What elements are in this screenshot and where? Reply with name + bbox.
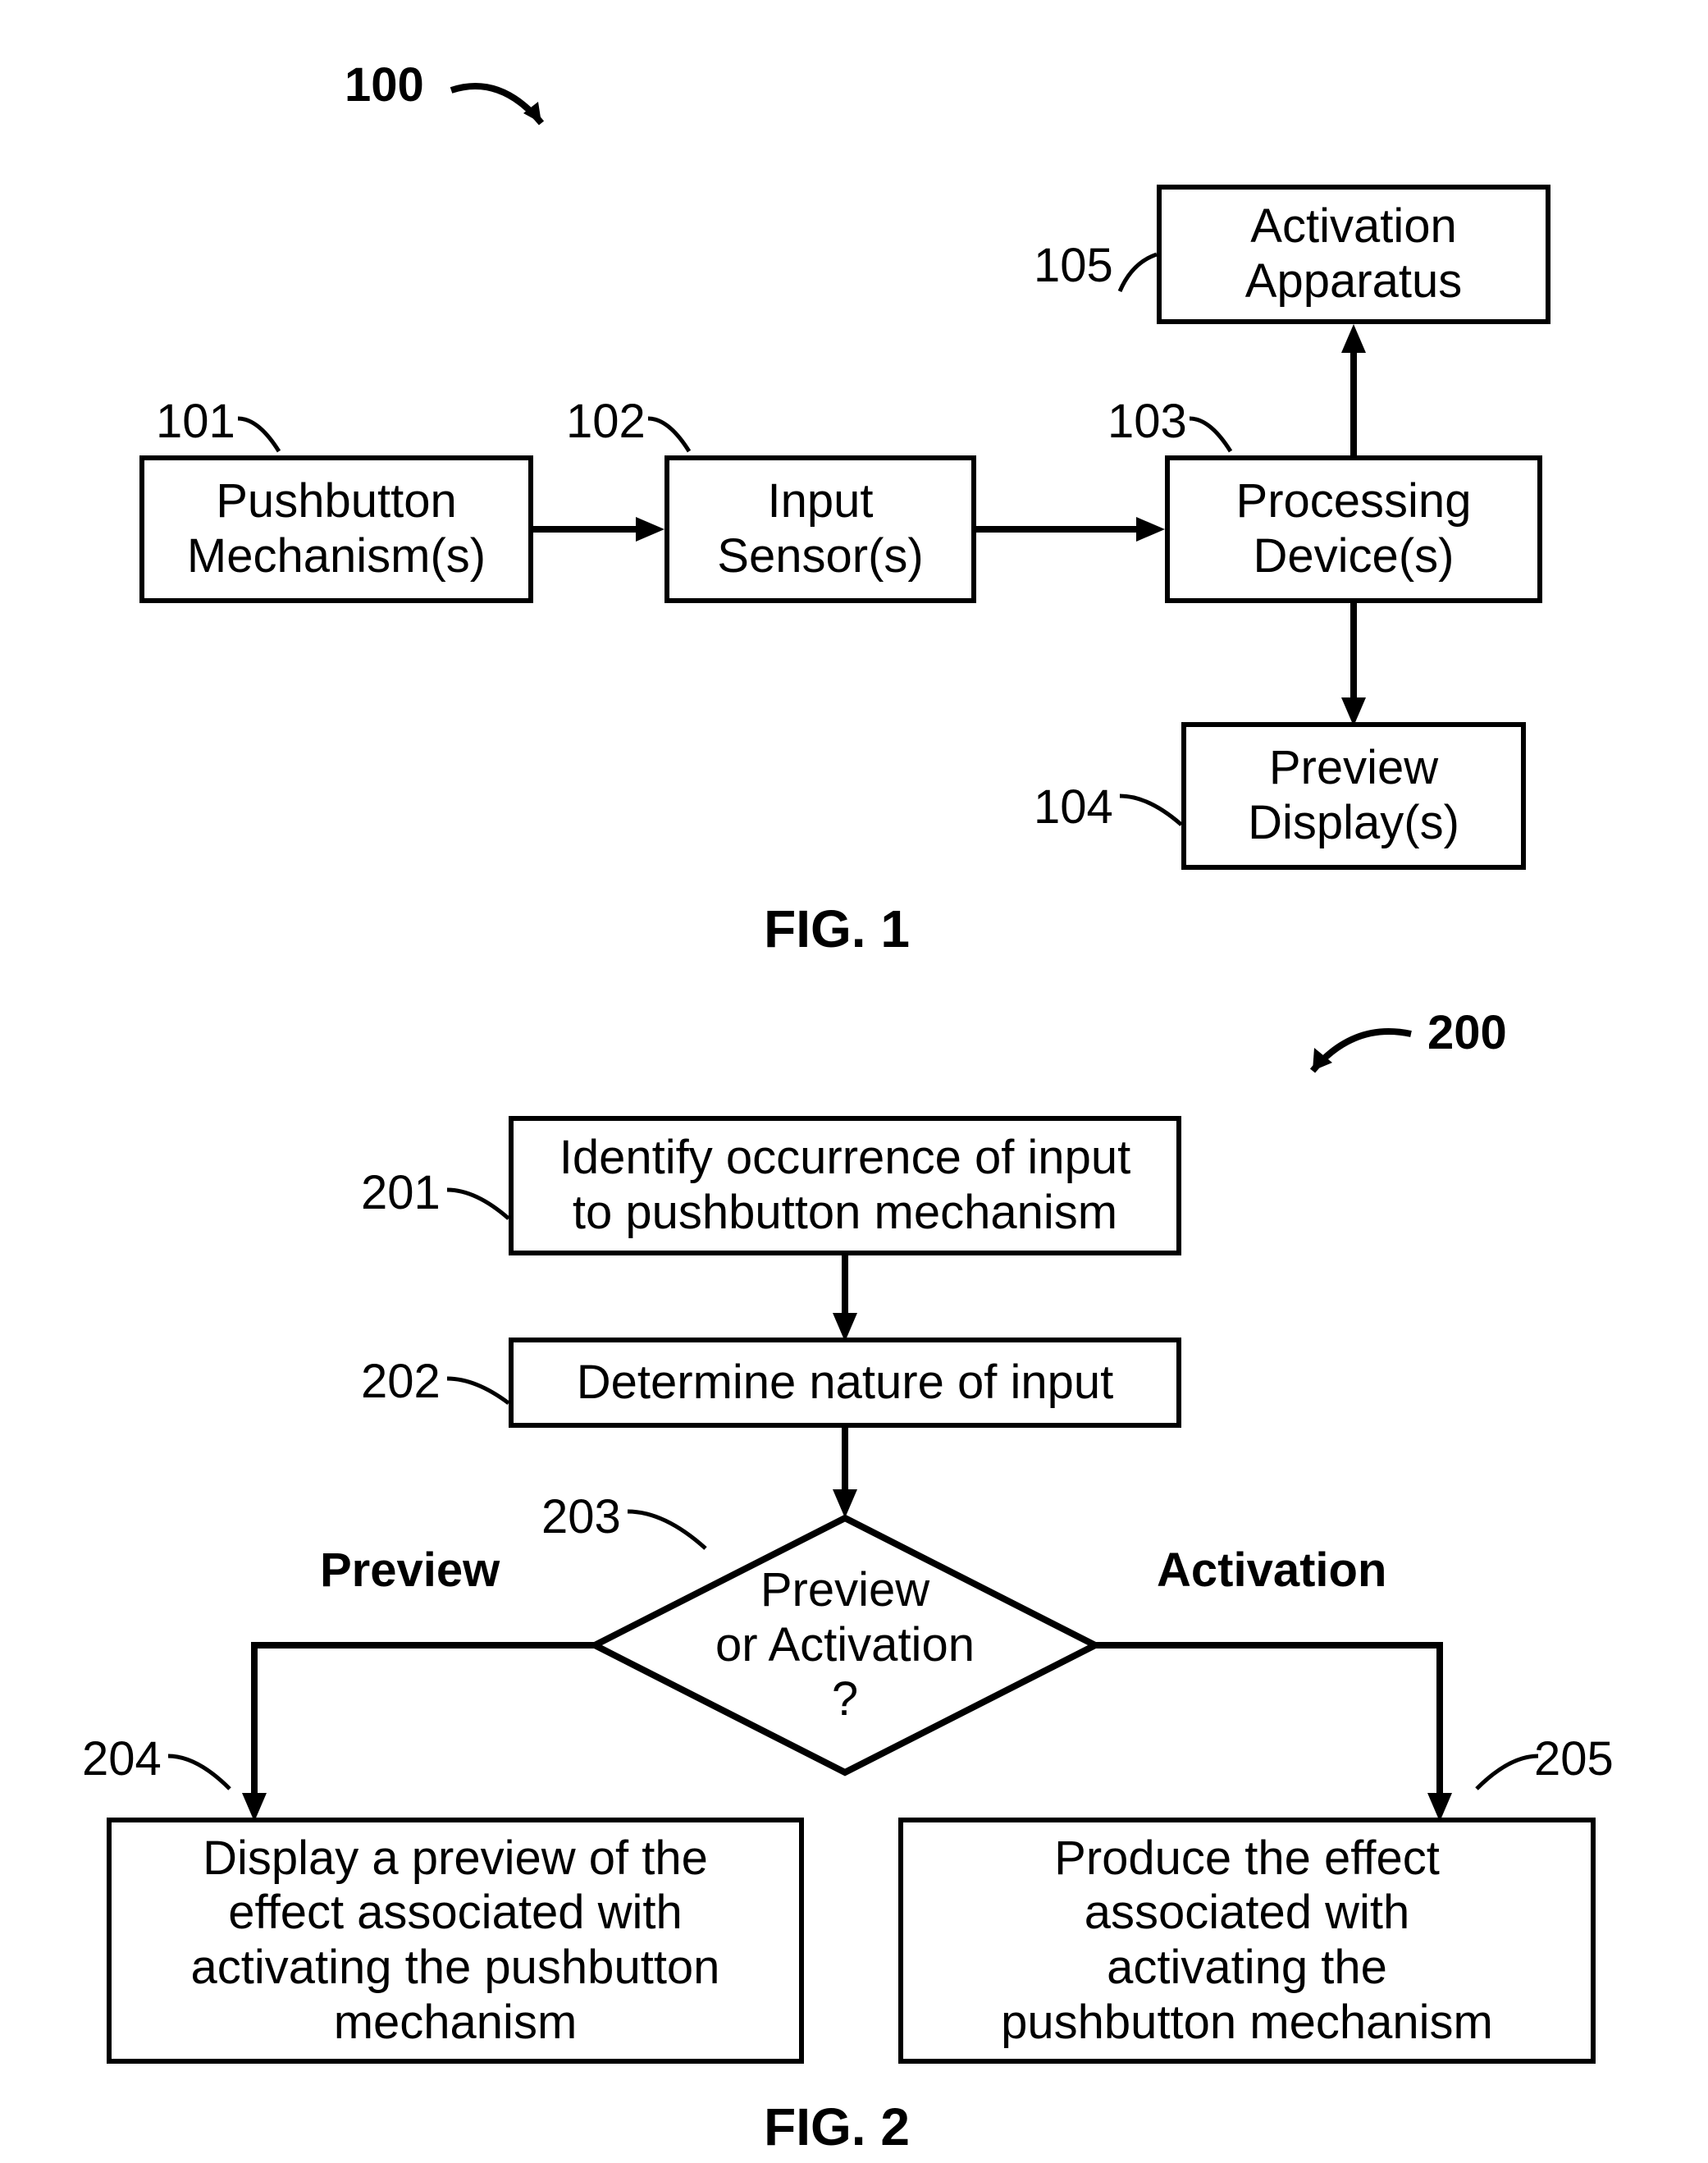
leader-205: [1468, 1748, 1542, 1797]
text-input-sensor: Input Sensor(s): [717, 474, 923, 583]
text-decision-wrap: Preview or Activation ?: [591, 1547, 1099, 1744]
label-205: 205: [1534, 1731, 1614, 1786]
text-display-preview: Display a preview of the effect associat…: [191, 1831, 720, 2051]
leader-101: [234, 410, 291, 460]
label-101: 101: [156, 394, 235, 449]
box-produce-effect: Produce the effect associated with activ…: [898, 1818, 1596, 2064]
box-pushbutton: Pushbutton Mechanism(s): [139, 455, 533, 603]
fig1-ref-arrow: [443, 66, 574, 156]
box-preview-display: Preview Display(s): [1181, 722, 1526, 870]
label-202: 202: [361, 1354, 441, 1409]
branch-activation-label: Activation: [1157, 1543, 1386, 1598]
arrow-203-204: [238, 1629, 607, 1822]
branch-preview-label: Preview: [320, 1543, 500, 1598]
leader-204: [164, 1748, 238, 1797]
arrow-201-202: [829, 1255, 861, 1342]
leader-203: [623, 1503, 714, 1561]
label-204: 204: [82, 1731, 162, 1786]
arrow-202-203: [829, 1428, 861, 1518]
fig1-ref-label: 100: [345, 57, 424, 112]
label-201: 201: [361, 1165, 441, 1220]
box-identify: Identify occurrence of input to pushbutt…: [509, 1116, 1181, 1255]
box-determine: Determine nature of input: [509, 1338, 1181, 1428]
label-203: 203: [541, 1489, 621, 1544]
arrow-103-104: [1337, 603, 1370, 726]
leader-202: [443, 1370, 517, 1411]
box-input-sensor: Input Sensor(s): [664, 455, 976, 603]
text-activation-apparatus: Activation Apparatus: [1245, 199, 1462, 309]
text-produce-effect: Produce the effect associated with activ…: [1001, 1831, 1493, 2051]
text-pushbutton: Pushbutton Mechanism(s): [187, 474, 486, 583]
arrow-103-105: [1337, 324, 1370, 460]
arrow-203-205: [1087, 1629, 1456, 1822]
leader-103: [1185, 410, 1243, 460]
leader-102: [644, 410, 701, 460]
leader-105: [1116, 246, 1165, 295]
arrow-102-103: [976, 513, 1169, 546]
leader-104: [1116, 788, 1190, 837]
fig2-ref-arrow: [1296, 1013, 1419, 1095]
label-105: 105: [1034, 238, 1113, 293]
fig1-caption: FIG. 1: [714, 899, 960, 959]
page: 100 Activation Apparatus 105 Pushbutton …: [0, 0, 1708, 2163]
text-processing: Processing Device(s): [1236, 474, 1472, 583]
fig2-caption: FIG. 2: [714, 2097, 960, 2157]
label-103: 103: [1107, 394, 1187, 449]
text-preview-display: Preview Display(s): [1248, 741, 1459, 850]
label-104: 104: [1034, 780, 1113, 835]
fig2-ref-label: 200: [1427, 1005, 1507, 1060]
text-decision: Preview or Activation ?: [715, 1563, 975, 1727]
box-display-preview: Display a preview of the effect associat…: [107, 1818, 804, 2064]
text-determine: Determine nature of input: [577, 1356, 1113, 1411]
box-activation-apparatus: Activation Apparatus: [1157, 185, 1550, 324]
box-processing: Processing Device(s): [1165, 455, 1542, 603]
leader-201: [443, 1182, 517, 1231]
text-identify: Identify occurrence of input to pushbutt…: [559, 1131, 1130, 1240]
label-102: 102: [566, 394, 646, 449]
arrow-101-102: [533, 513, 669, 546]
